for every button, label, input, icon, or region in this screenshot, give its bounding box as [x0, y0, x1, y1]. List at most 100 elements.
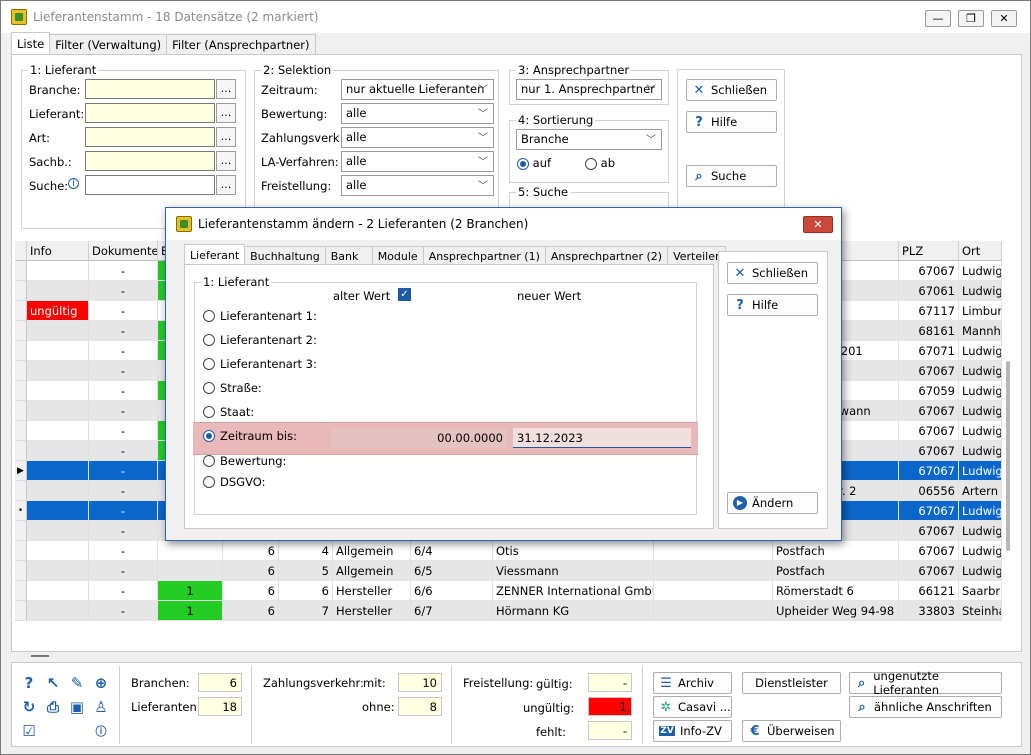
dialog-hilfe-button[interactable]: ? Hilfe — [727, 294, 818, 316]
schliessen-label: Schließen — [711, 83, 767, 97]
art-browse-button[interactable]: ... — [216, 127, 236, 147]
cell-dokumente: - — [89, 301, 158, 321]
branche-input[interactable] — [85, 79, 215, 99]
branchen-label: Branchen: — [131, 676, 190, 690]
dtab-buchhaltung[interactable]: Buchhaltung — [244, 246, 326, 265]
sachb-input[interactable] — [85, 151, 215, 171]
cell-plz: 67067 — [899, 421, 959, 441]
fehlt-label: fehlt: — [536, 725, 566, 739]
cell-nr: 6/6 — [411, 581, 493, 601]
ansprechpartner-select[interactable]: nur 1. Ansprechpartner ﹀ — [516, 79, 662, 100]
lieferant-browse-button[interactable]: ... — [216, 103, 236, 123]
add-circle-icon[interactable]: ⊕ — [92, 674, 110, 692]
cell-ort: Mannh — [959, 321, 1002, 341]
dtab-ansprechpartner-2[interactable]: Ansprechpartner (2) — [544, 246, 669, 265]
dialog-schliessen-button[interactable]: ✕ Schließen — [727, 262, 818, 284]
dialog-close-button[interactable]: ✕ — [803, 216, 833, 233]
header-info[interactable]: Info — [27, 241, 89, 261]
archiv-button[interactable]: ☰ Archiv — [653, 672, 732, 694]
cursor-icon[interactable]: ↖ — [44, 674, 62, 692]
opt-lieferantenart-1[interactable]: Lieferantenart 1: — [203, 309, 317, 323]
chevron-down-icon: ﹀ — [478, 157, 488, 168]
dtab-module[interactable]: Module — [371, 246, 424, 265]
minimize-button[interactable]: — — [925, 10, 951, 27]
user-icon[interactable]: ♙ — [92, 698, 110, 716]
dtab-ansprechpartner-1[interactable]: Ansprechpartner (1) — [422, 246, 546, 265]
suche-button[interactable]: ⌕ Suche — [686, 165, 777, 187]
tab-filter-verwaltung[interactable]: Filter (Verwaltung) — [49, 34, 168, 54]
main-tabs: Liste Filter (Verwaltung) Filter (Anspre… — [11, 32, 316, 54]
art-input[interactable] — [85, 127, 215, 147]
cell-col2: 4 — [279, 541, 333, 561]
aehnliche-anschriften-button[interactable]: ⌕ ähnliche Anschriften — [849, 696, 1002, 718]
restore-button[interactable]: ❐ — [958, 10, 984, 27]
opt-lieferantenart-3[interactable]: Lieferantenart 3: — [203, 357, 317, 371]
hilfe-label: Hilfe — [711, 115, 738, 129]
sortierung-select[interactable]: Branche ﹀ — [516, 129, 662, 150]
cell-dokumente: - — [89, 401, 158, 421]
checkbox-icon[interactable]: ☑ — [20, 722, 38, 740]
casavi-button[interactable]: ✲ Casavi ... — [653, 696, 732, 718]
archive-icon: ☰ — [660, 675, 672, 691]
zeitraum-neu-input[interactable]: 31.12.2023 — [513, 428, 691, 448]
info-icon[interactable]: ⓘ — [92, 722, 110, 740]
cell-art: Allgemein — [333, 541, 411, 561]
alter-wert-checkbox[interactable]: ✓ — [398, 288, 411, 301]
ueberweisen-button[interactable]: € Überweisen — [742, 720, 841, 742]
header-dokumente[interactable]: Dokumente — [89, 241, 158, 261]
bewertung-select[interactable]: alle ﹀ — [341, 103, 494, 124]
dialog-aendern-button[interactable]: ▶ Ändern — [727, 492, 818, 514]
cell-info: ungültig — [27, 301, 89, 321]
hilfe-button[interactable]: ? Hilfe — [686, 111, 777, 133]
cell-name: Viessmann — [493, 561, 654, 581]
splitter-handle[interactable] — [31, 655, 49, 657]
refresh-icon[interactable]: ↻ — [20, 698, 38, 716]
suche-browse-button[interactable]: ... — [216, 175, 236, 195]
info-zv-button[interactable]: ZV Info-ZV — [653, 720, 732, 742]
opt-lieferantenart-2[interactable]: Lieferantenart 2: — [203, 333, 317, 347]
opt-staat[interactable]: Staat: — [203, 405, 254, 419]
branche-browse-button[interactable]: ... — [216, 79, 236, 99]
table-scrollbar[interactable] — [1006, 361, 1010, 551]
freistellung-select[interactable]: alle ﹀ — [341, 175, 494, 196]
chevron-down-icon: ﹀ — [478, 181, 488, 192]
zahlungsverkehr-label: Zahlungsverkehr: — [263, 676, 364, 690]
cell-plz: 67067 — [899, 521, 959, 541]
zeitraum-select[interactable]: nur aktuelle Lieferanten ﹀ — [341, 79, 494, 100]
suche-input[interactable] — [85, 175, 215, 195]
sachb-browse-button[interactable]: ... — [216, 151, 236, 171]
schliessen-button[interactable]: ✕ Schließen — [686, 79, 777, 101]
table-row[interactable]: -1 6 6 Hersteller 6/6 ZENNER International Gm… — [15, 581, 1002, 601]
opt-bewertung[interactable]: Bewertung: — [203, 454, 286, 468]
close-window-button[interactable]: ✕ — [991, 10, 1017, 27]
table-row[interactable]: - 6 5 Allgemein 6/5 Viessmann Postfach 67067 Lud… — [15, 561, 1002, 581]
dienstleister-button[interactable]: Dienstleister — [742, 672, 841, 694]
la-verfahren-select[interactable]: alle ﹀ — [341, 151, 494, 172]
help-icon[interactable]: ? — [20, 674, 38, 692]
sort-desc-radio[interactable]: ab — [585, 156, 615, 170]
zahlungsverk-select[interactable]: alle ﹀ — [341, 127, 494, 148]
dialog-title: Lieferantenstamm ändern - 2 Lieferanten … — [198, 217, 529, 231]
info-icon[interactable]: i — [68, 178, 79, 189]
cell-empty — [654, 601, 773, 621]
office-icon[interactable]: ▣ — [68, 698, 86, 716]
header-ort[interactable]: Ort — [959, 241, 1002, 261]
dtab-verteiler[interactable]: Verteiler — [667, 246, 726, 265]
ungueltig-label: ungültig: — [523, 701, 575, 715]
print-icon[interactable]: ⎙ — [44, 698, 62, 716]
dtab-bank[interactable]: Bank — [324, 246, 373, 265]
opt-strasse[interactable]: Straße: — [203, 381, 262, 395]
opt-dsgvo[interactable]: DSGVO: — [203, 475, 265, 489]
ungenutzte-lieferanten-button[interactable]: ⌕ ungenutzte Lieferanten — [849, 669, 1002, 697]
table-row[interactable]: - 6 4 Allgemein 6/4 Otis Postfach 67067 Ludwig — [15, 541, 1002, 561]
opt-zeitraum-bis[interactable]: Zeitraum bis: — [203, 429, 297, 443]
pencil-icon[interactable]: ✎ — [68, 674, 86, 692]
tab-liste[interactable]: Liste — [11, 32, 51, 54]
sort-asc-radio[interactable]: auf — [517, 156, 551, 170]
header-plz[interactable]: PLZ — [899, 241, 959, 261]
lieferant-input[interactable] — [85, 103, 215, 123]
opt-label: Lieferantenart 1: — [220, 309, 317, 323]
dtab-lieferant[interactable]: Lieferant — [184, 244, 246, 265]
table-row[interactable]: -1 6 7 Hersteller 6/7 Hörmann KG Upheider Weg … — [15, 601, 1002, 621]
tab-filter-ansprechpartner[interactable]: Filter (Ansprechpartner) — [166, 34, 316, 54]
